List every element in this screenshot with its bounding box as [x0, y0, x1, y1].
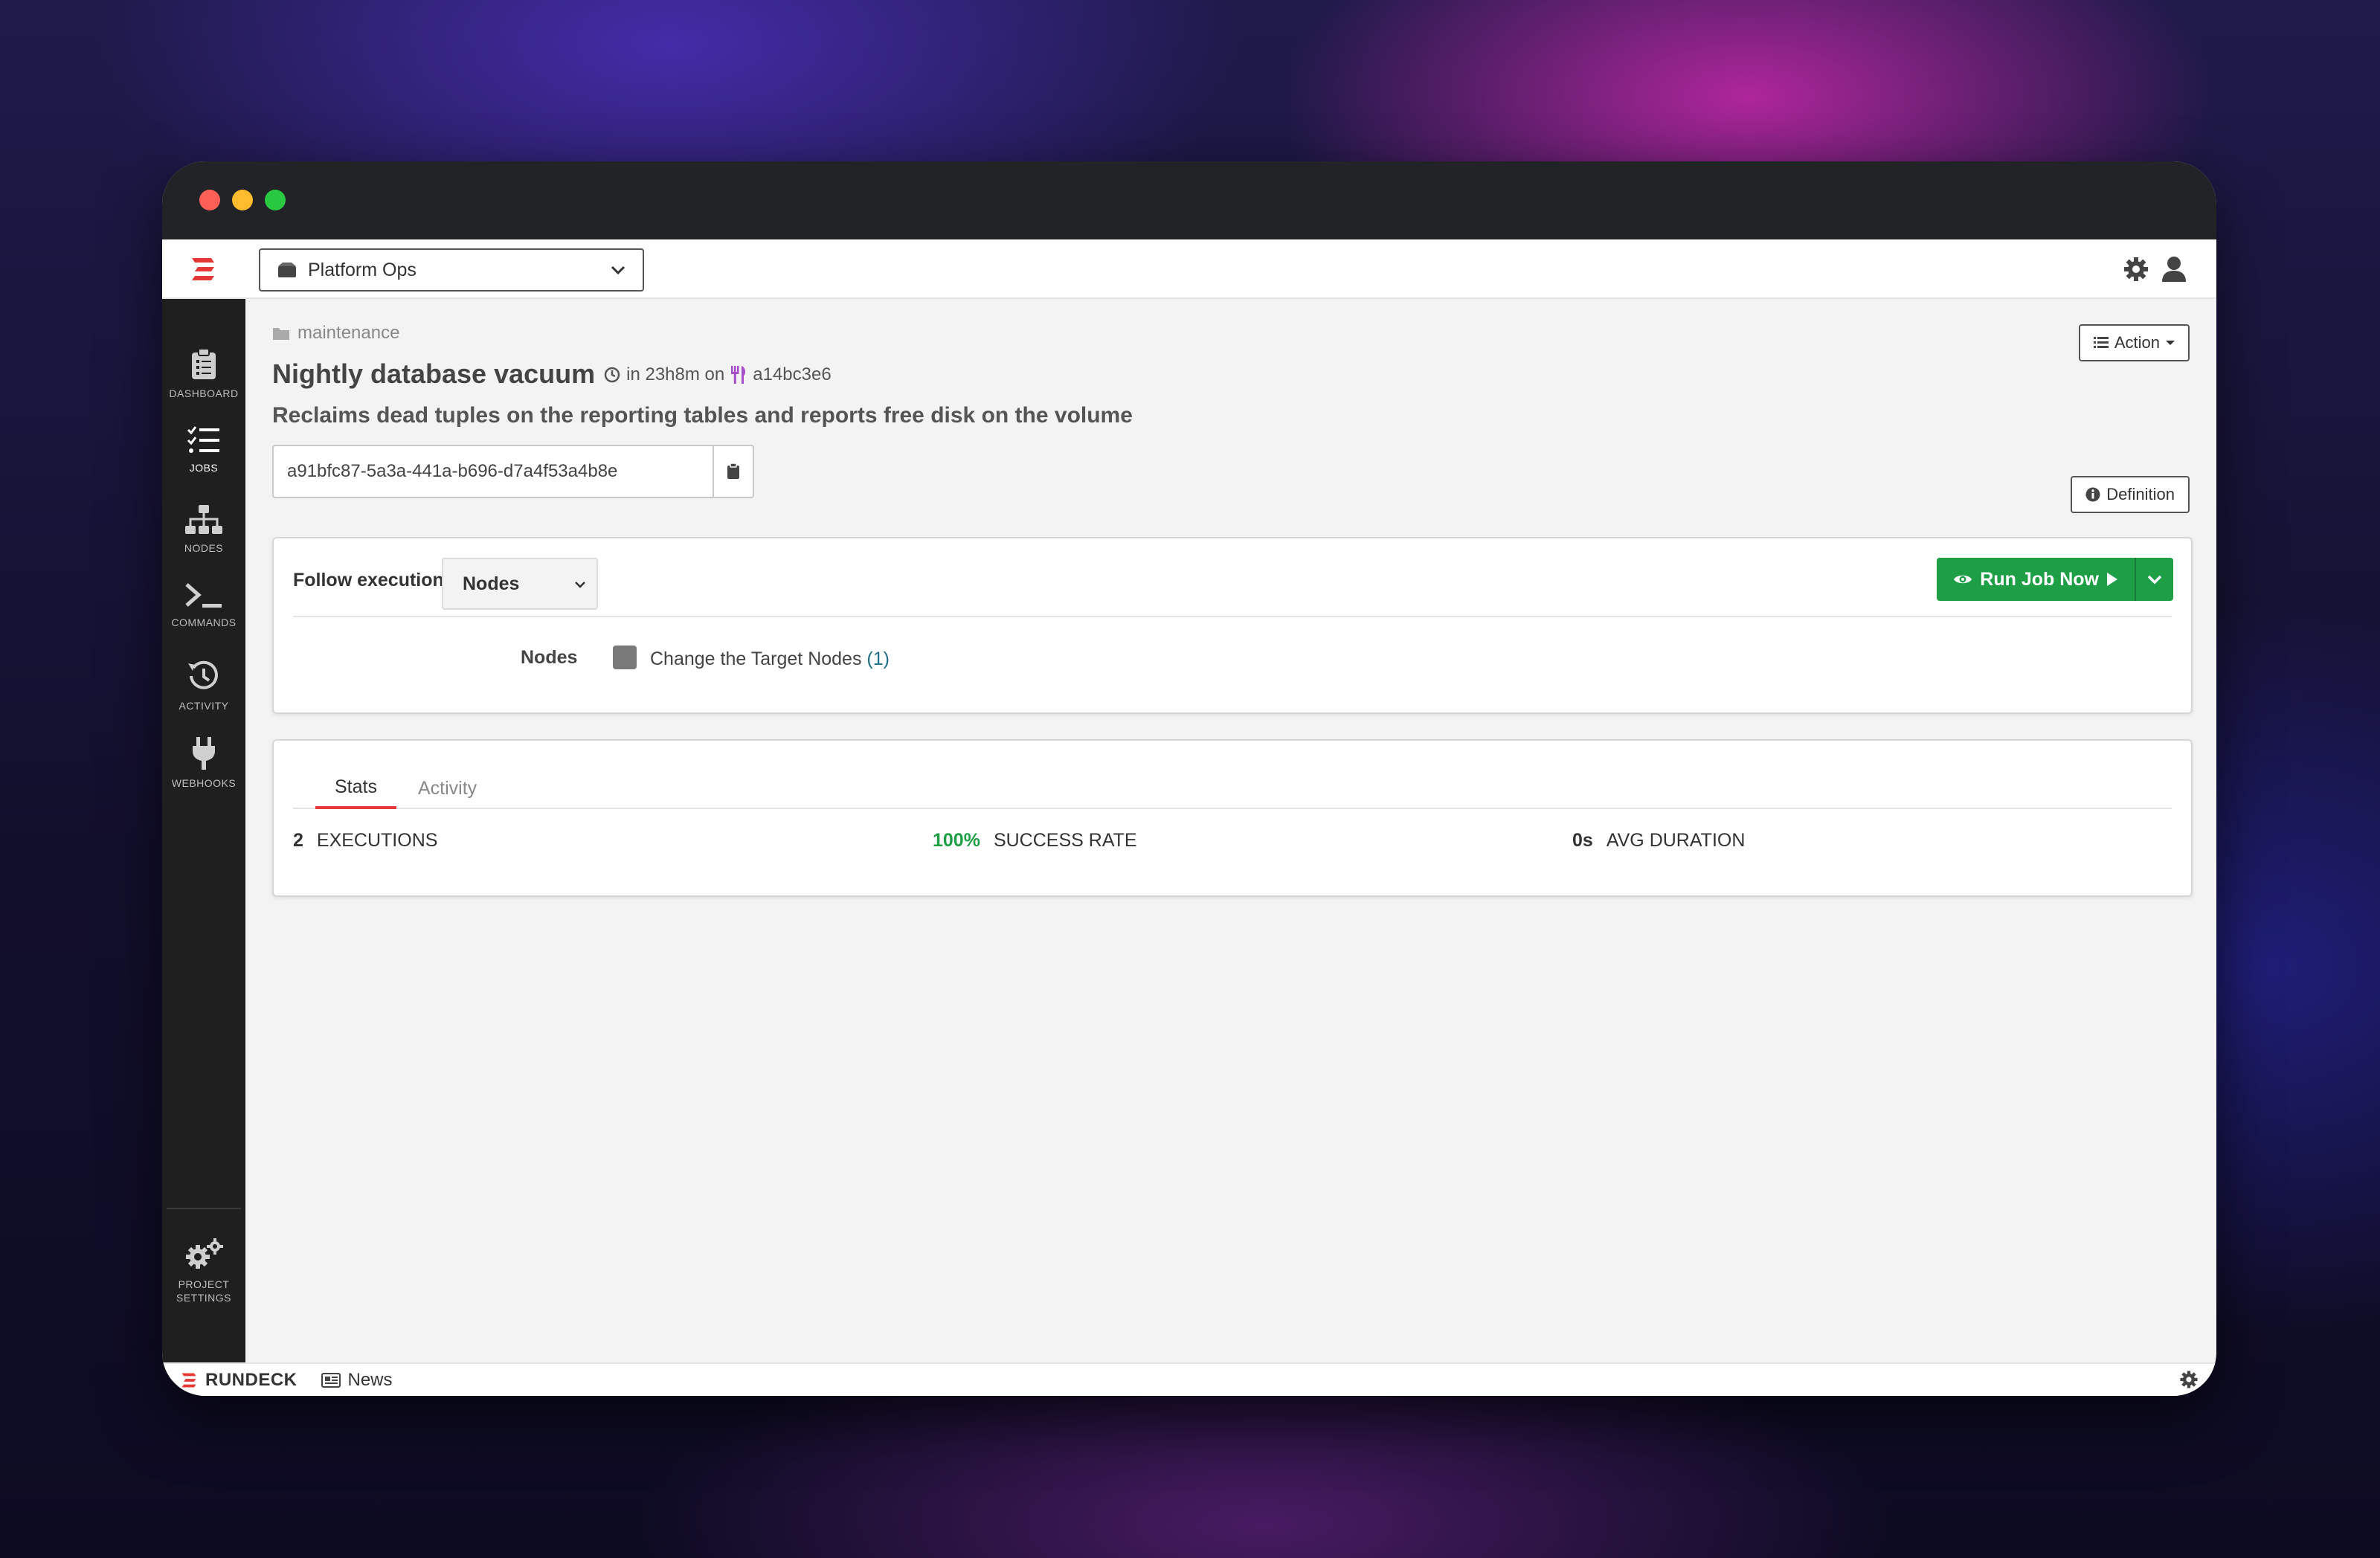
- sidebar-item-dashboard[interactable]: DASHBOARD: [162, 348, 245, 415]
- stat-executions: 2 EXECUTIONS: [293, 830, 437, 852]
- app-window: Platform Ops DASHBOARD JOBS NODES COMMAN…: [162, 161, 2216, 1396]
- gears-icon: [186, 1238, 223, 1269]
- terminal-icon: [185, 583, 222, 608]
- sidebar-item-webhooks[interactable]: WEBHOOKS: [162, 736, 245, 803]
- caret-down-icon: [2166, 341, 2175, 345]
- follow-execution-select[interactable]: Nodes: [442, 558, 598, 610]
- gear-icon[interactable]: [2179, 1370, 2199, 1389]
- run-job-now-label: Run Job Now: [1980, 568, 2099, 590]
- tab-activity[interactable]: Activity: [399, 767, 496, 809]
- sidebar-item-activity[interactable]: ACTIVITY: [162, 659, 245, 726]
- sidebar-label-nodes: NODES: [184, 542, 224, 554]
- stat-avg-duration: 0s AVG DURATION: [1572, 830, 1745, 852]
- change-target-nodes-checkbox[interactable]: [613, 646, 637, 669]
- panel-divider: [293, 616, 2172, 617]
- rundeck-logo-icon: [181, 1373, 196, 1387]
- follow-execution-value: Nodes: [463, 573, 520, 594]
- copy-uuid-button[interactable]: [713, 446, 753, 497]
- sidebar-label-settings-line1: PROJECT: [178, 1278, 230, 1290]
- action-dropdown-button[interactable]: Action: [2078, 324, 2190, 361]
- definition-button[interactable]: Definition: [2071, 476, 2190, 513]
- sidebar-label-webhooks: WEBHOOKS: [171, 777, 237, 789]
- user-icon[interactable]: [2161, 256, 2187, 283]
- sidebar-label-commands: COMMANDS: [171, 617, 237, 628]
- sidebar-item-commands[interactable]: COMMANDS: [162, 582, 245, 648]
- project-selector[interactable]: Platform Ops: [259, 248, 644, 292]
- run-job-panel: Follow execution Nodes Run Job Now Nodes…: [272, 537, 2193, 714]
- job-uuid-input[interactable]: [274, 446, 713, 497]
- stat-success-rate: 100% SUCCESS RATE: [933, 830, 1137, 852]
- nodes-label: Nodes: [521, 647, 578, 668]
- project-name: Platform Ops: [308, 259, 416, 280]
- run-job-button-group: Run Job Now: [1937, 558, 2173, 601]
- close-window-button[interactable]: [199, 190, 220, 210]
- footer-brand[interactable]: RUNDECK: [205, 1370, 298, 1391]
- sitemap-icon: [185, 505, 222, 534]
- stats-tabs: Stats Activity: [293, 767, 2172, 809]
- minimize-window-button[interactable]: [232, 190, 253, 210]
- task-list-icon: [187, 426, 219, 453]
- success-rate-label: SUCCESS RATE: [993, 830, 1137, 851]
- definition-button-label: Definition: [2106, 485, 2175, 503]
- chevron-down-icon: [611, 265, 625, 275]
- breadcrumb: maintenance: [272, 323, 399, 344]
- job-name: Nightly database vacuum: [272, 358, 596, 389]
- info-circle-icon: [2085, 487, 2100, 502]
- tab-stats[interactable]: Stats: [315, 767, 396, 809]
- avg-duration-label: AVG DURATION: [1606, 830, 1746, 851]
- rundeck-logo-icon[interactable]: [189, 256, 217, 283]
- follow-execution-label: Follow execution: [293, 570, 444, 590]
- run-options-toggle[interactable]: [2135, 558, 2173, 601]
- sidebar-label-jobs: JOBS: [189, 462, 219, 474]
- clipboard-icon: [192, 348, 216, 379]
- sidebar-label-settings-line2: SETTINGS: [176, 1292, 231, 1304]
- action-button-label: Action: [2114, 333, 2160, 352]
- eye-icon: [1954, 575, 1972, 584]
- executions-value: 2: [293, 830, 303, 851]
- target-node-count: (1): [866, 648, 890, 669]
- sidebar-label-activity: ACTIVITY: [178, 700, 229, 712]
- chevron-down-icon: [2147, 575, 2162, 585]
- avg-duration-value: 0s: [1572, 830, 1593, 851]
- plug-icon: [193, 737, 215, 770]
- change-target-nodes-label[interactable]: Change the Target Nodes (1): [650, 648, 890, 670]
- job-schedule: in 23h8m on a14bc3e6: [604, 364, 832, 385]
- change-target-nodes-text: Change the Target Nodes: [650, 648, 862, 669]
- utensils-icon: [731, 366, 746, 384]
- sidebar: DASHBOARD JOBS NODES COMMANDS ACTIVITY W…: [162, 299, 245, 1362]
- footer-bar: RUNDECK News: [162, 1362, 2216, 1396]
- history-icon: [188, 660, 218, 689]
- footer-news-label: News: [347, 1369, 393, 1390]
- schedule-node[interactable]: a14bc3e6: [753, 364, 831, 385]
- zoom-window-button[interactable]: [265, 190, 286, 210]
- job-uuid-field: [272, 445, 754, 498]
- job-stats-panel: Stats Activity 2 EXECUTIONS 100% SUCCESS…: [272, 739, 2193, 897]
- sidebar-divider: [167, 1208, 241, 1209]
- job-description: Reclaims dead tuples on the reporting ta…: [272, 403, 1133, 428]
- project-box-icon: [278, 263, 296, 277]
- sidebar-item-jobs[interactable]: JOBS: [162, 425, 245, 492]
- newspaper-icon: [321, 1372, 341, 1388]
- footer-news-link[interactable]: News: [321, 1370, 393, 1391]
- main-content: maintenance Nightly database vacuum in 2…: [245, 299, 2216, 1362]
- gear-icon[interactable]: [2123, 256, 2149, 283]
- executions-label: EXECUTIONS: [316, 830, 438, 851]
- run-job-now-button[interactable]: Run Job Now: [1937, 558, 2135, 601]
- window-titlebar: [162, 161, 2216, 239]
- job-group-link[interactable]: maintenance: [298, 323, 399, 344]
- chevron-down-icon: [575, 582, 585, 588]
- success-rate-value: 100%: [933, 830, 980, 851]
- clipboard-icon: [727, 463, 739, 479]
- top-navbar: Platform Ops: [162, 239, 2216, 299]
- folder-icon: [273, 328, 289, 340]
- list-icon: [2093, 337, 2109, 348]
- sidebar-label-dashboard: DASHBOARD: [169, 387, 239, 399]
- clock-icon: [604, 367, 620, 383]
- play-icon: [2107, 573, 2117, 586]
- sidebar-item-nodes[interactable]: NODES: [162, 504, 245, 571]
- sidebar-item-project-settings[interactable]: PROJECT SETTINGS: [162, 1237, 245, 1319]
- job-heading: Nightly database vacuum in 23h8m on a14b…: [272, 358, 832, 390]
- schedule-text: in 23h8m on: [626, 364, 725, 384]
